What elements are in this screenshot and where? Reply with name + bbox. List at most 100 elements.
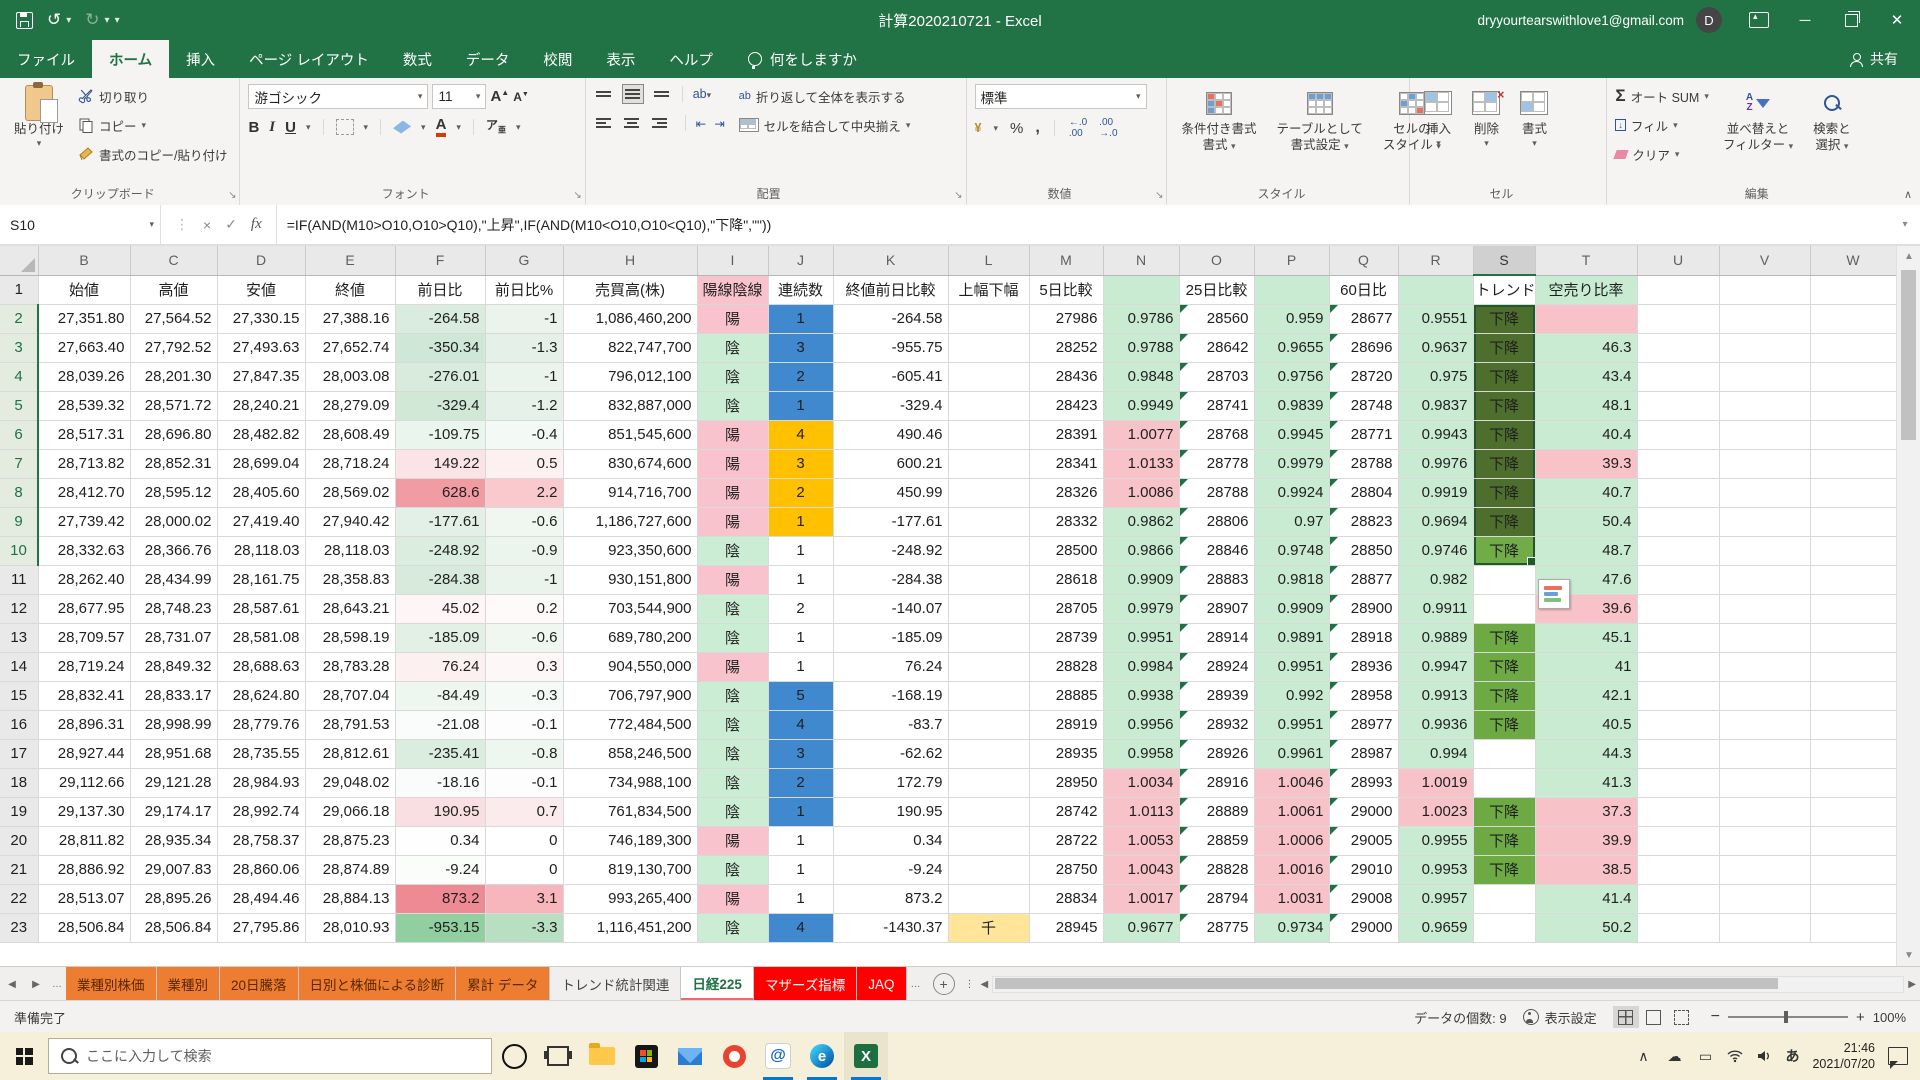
cell-R18[interactable]: 1.0019 bbox=[1398, 768, 1473, 797]
cell-T10[interactable]: 48.7 bbox=[1535, 536, 1637, 565]
cell-M3[interactable]: 28252 bbox=[1029, 333, 1103, 362]
col-header-H[interactable]: H bbox=[563, 246, 697, 275]
cell-P13[interactable]: 0.9891 bbox=[1254, 623, 1329, 652]
sheet-tab-20日騰落[interactable]: 20日騰落 bbox=[220, 967, 299, 1001]
menu-tab-データ[interactable]: データ bbox=[449, 40, 527, 78]
cell-E20[interactable]: 28,875.23 bbox=[305, 826, 395, 855]
cell-H8[interactable]: 914,716,700 bbox=[563, 478, 697, 507]
cell-Q6[interactable]: 28771 bbox=[1329, 420, 1398, 449]
menu-tab-ファイル[interactable]: ファイル bbox=[0, 40, 92, 78]
browser-red-button[interactable] bbox=[712, 1032, 756, 1080]
cell-M19[interactable]: 28742 bbox=[1029, 797, 1103, 826]
cell-C15[interactable]: 28,833.17 bbox=[130, 681, 217, 710]
cell-B2[interactable]: 27,351.80 bbox=[38, 304, 130, 333]
font-color-icon[interactable]: A bbox=[436, 117, 447, 137]
cell-U16[interactable] bbox=[1637, 710, 1719, 739]
cell-O21[interactable]: 28828 bbox=[1179, 855, 1254, 884]
row-header-20[interactable]: 20 bbox=[0, 826, 38, 855]
insert-function-icon[interactable]: fx bbox=[251, 216, 262, 233]
cell-L10[interactable] bbox=[948, 536, 1029, 565]
cell-H11[interactable]: 930,151,800 bbox=[563, 565, 697, 594]
cell-M11[interactable]: 28618 bbox=[1029, 565, 1103, 594]
sheet-tab-トレンド統計関連[interactable]: トレンド統計関連 bbox=[550, 967, 681, 1001]
cell-T8[interactable]: 40.7 bbox=[1535, 478, 1637, 507]
cell-O11[interactable]: 28883 bbox=[1179, 565, 1254, 594]
cell-T23[interactable]: 50.2 bbox=[1535, 913, 1637, 942]
row-header-6[interactable]: 6 bbox=[0, 420, 38, 449]
cell-W10[interactable] bbox=[1810, 536, 1896, 565]
cell-K23[interactable]: -1430.37 bbox=[833, 913, 948, 942]
cell-V12[interactable] bbox=[1719, 594, 1810, 623]
cell-I12[interactable]: 陰 bbox=[697, 594, 768, 623]
cell-W12[interactable] bbox=[1810, 594, 1896, 623]
cell-H7[interactable]: 830,674,600 bbox=[563, 449, 697, 478]
cell-F15[interactable]: -84.49 bbox=[395, 681, 485, 710]
cell-S19[interactable]: 下降 bbox=[1473, 797, 1535, 826]
cell-M21[interactable]: 28750 bbox=[1029, 855, 1103, 884]
cell-U14[interactable] bbox=[1637, 652, 1719, 681]
format-as-table-button[interactable]: テーブルとして書式設定 ▾ bbox=[1270, 84, 1368, 183]
cell-J13[interactable]: 1 bbox=[768, 623, 833, 652]
cell-P18[interactable]: 1.0046 bbox=[1254, 768, 1329, 797]
cell-V19[interactable] bbox=[1719, 797, 1810, 826]
row-header-12[interactable]: 12 bbox=[0, 594, 38, 623]
cell-G19[interactable]: 0.7 bbox=[485, 797, 563, 826]
close-button[interactable]: ✕ bbox=[1874, 0, 1920, 40]
cell-G2[interactable]: -1 bbox=[485, 304, 563, 333]
cell-U8[interactable] bbox=[1637, 478, 1719, 507]
cell-I23[interactable]: 陰 bbox=[697, 913, 768, 942]
cell-D5[interactable]: 28,240.21 bbox=[217, 391, 305, 420]
cell-W9[interactable] bbox=[1810, 507, 1896, 536]
paste-button[interactable]: 貼り付け▾ bbox=[8, 84, 70, 183]
header-cell-J1[interactable]: 連続数 bbox=[768, 275, 833, 304]
cell-W19[interactable] bbox=[1810, 797, 1896, 826]
menu-tab-ホーム[interactable]: ホーム bbox=[92, 40, 169, 78]
format-cells-button[interactable]: 書式▾ bbox=[1514, 84, 1554, 183]
cell-U19[interactable] bbox=[1637, 797, 1719, 826]
cell-P16[interactable]: 0.9951 bbox=[1254, 710, 1329, 739]
cell-E19[interactable]: 29,066.18 bbox=[305, 797, 395, 826]
cell-L17[interactable] bbox=[948, 739, 1029, 768]
cell-V5[interactable] bbox=[1719, 391, 1810, 420]
cell-G9[interactable]: -0.6 bbox=[485, 507, 563, 536]
cell-W23[interactable] bbox=[1810, 913, 1896, 942]
cell-V18[interactable] bbox=[1719, 768, 1810, 797]
cell-D10[interactable]: 28,118.03 bbox=[217, 536, 305, 565]
cell-J6[interactable]: 4 bbox=[768, 420, 833, 449]
cell-R8[interactable]: 0.9919 bbox=[1398, 478, 1473, 507]
col-header-B[interactable]: B bbox=[38, 246, 130, 275]
cell-D22[interactable]: 28,494.46 bbox=[217, 884, 305, 913]
cell-H13[interactable]: 689,780,200 bbox=[563, 623, 697, 652]
cell-I8[interactable]: 陽 bbox=[697, 478, 768, 507]
cell-W6[interactable] bbox=[1810, 420, 1896, 449]
cell-O23[interactable]: 28775 bbox=[1179, 913, 1254, 942]
cell-S21[interactable]: 下降 bbox=[1473, 855, 1535, 884]
horizontal-scroll-thumb[interactable] bbox=[995, 978, 1778, 989]
cell-I21[interactable]: 陰 bbox=[697, 855, 768, 884]
cell-D17[interactable]: 28,735.55 bbox=[217, 739, 305, 768]
cell-N21[interactable]: 1.0043 bbox=[1103, 855, 1179, 884]
clipboard-dialog-launcher[interactable]: ↘ bbox=[228, 190, 236, 201]
cell-V13[interactable] bbox=[1719, 623, 1810, 652]
cell-L7[interactable] bbox=[948, 449, 1029, 478]
cell-F16[interactable]: -21.08 bbox=[395, 710, 485, 739]
zoom-level[interactable]: 100% bbox=[1873, 1010, 1906, 1025]
cell-N19[interactable]: 1.0113 bbox=[1103, 797, 1179, 826]
comma-icon[interactable]: , bbox=[1035, 119, 1039, 137]
currency-icon[interactable]: ¥ bbox=[975, 121, 982, 135]
taskbar-clock[interactable]: 21:46 2021/07/20 bbox=[1812, 1040, 1875, 1073]
cell-N9[interactable]: 0.9862 bbox=[1103, 507, 1179, 536]
cell-H20[interactable]: 746,189,300 bbox=[563, 826, 697, 855]
header-cell-O1[interactable]: 25日比較 bbox=[1179, 275, 1254, 304]
cell-L2[interactable] bbox=[948, 304, 1029, 333]
col-header-E[interactable]: E bbox=[305, 246, 395, 275]
autosum-button[interactable]: Σオート SUM▾ bbox=[1615, 84, 1709, 108]
at-app-button[interactable]: @ bbox=[756, 1032, 800, 1080]
cell-R10[interactable]: 0.9746 bbox=[1398, 536, 1473, 565]
cell-P17[interactable]: 0.9961 bbox=[1254, 739, 1329, 768]
cell-N18[interactable]: 1.0034 bbox=[1103, 768, 1179, 797]
cell-I18[interactable]: 陰 bbox=[697, 768, 768, 797]
new-sheet-button[interactable]: + bbox=[933, 973, 955, 995]
cell-B10[interactable]: 28,332.63 bbox=[38, 536, 130, 565]
row-header-22[interactable]: 22 bbox=[0, 884, 38, 913]
